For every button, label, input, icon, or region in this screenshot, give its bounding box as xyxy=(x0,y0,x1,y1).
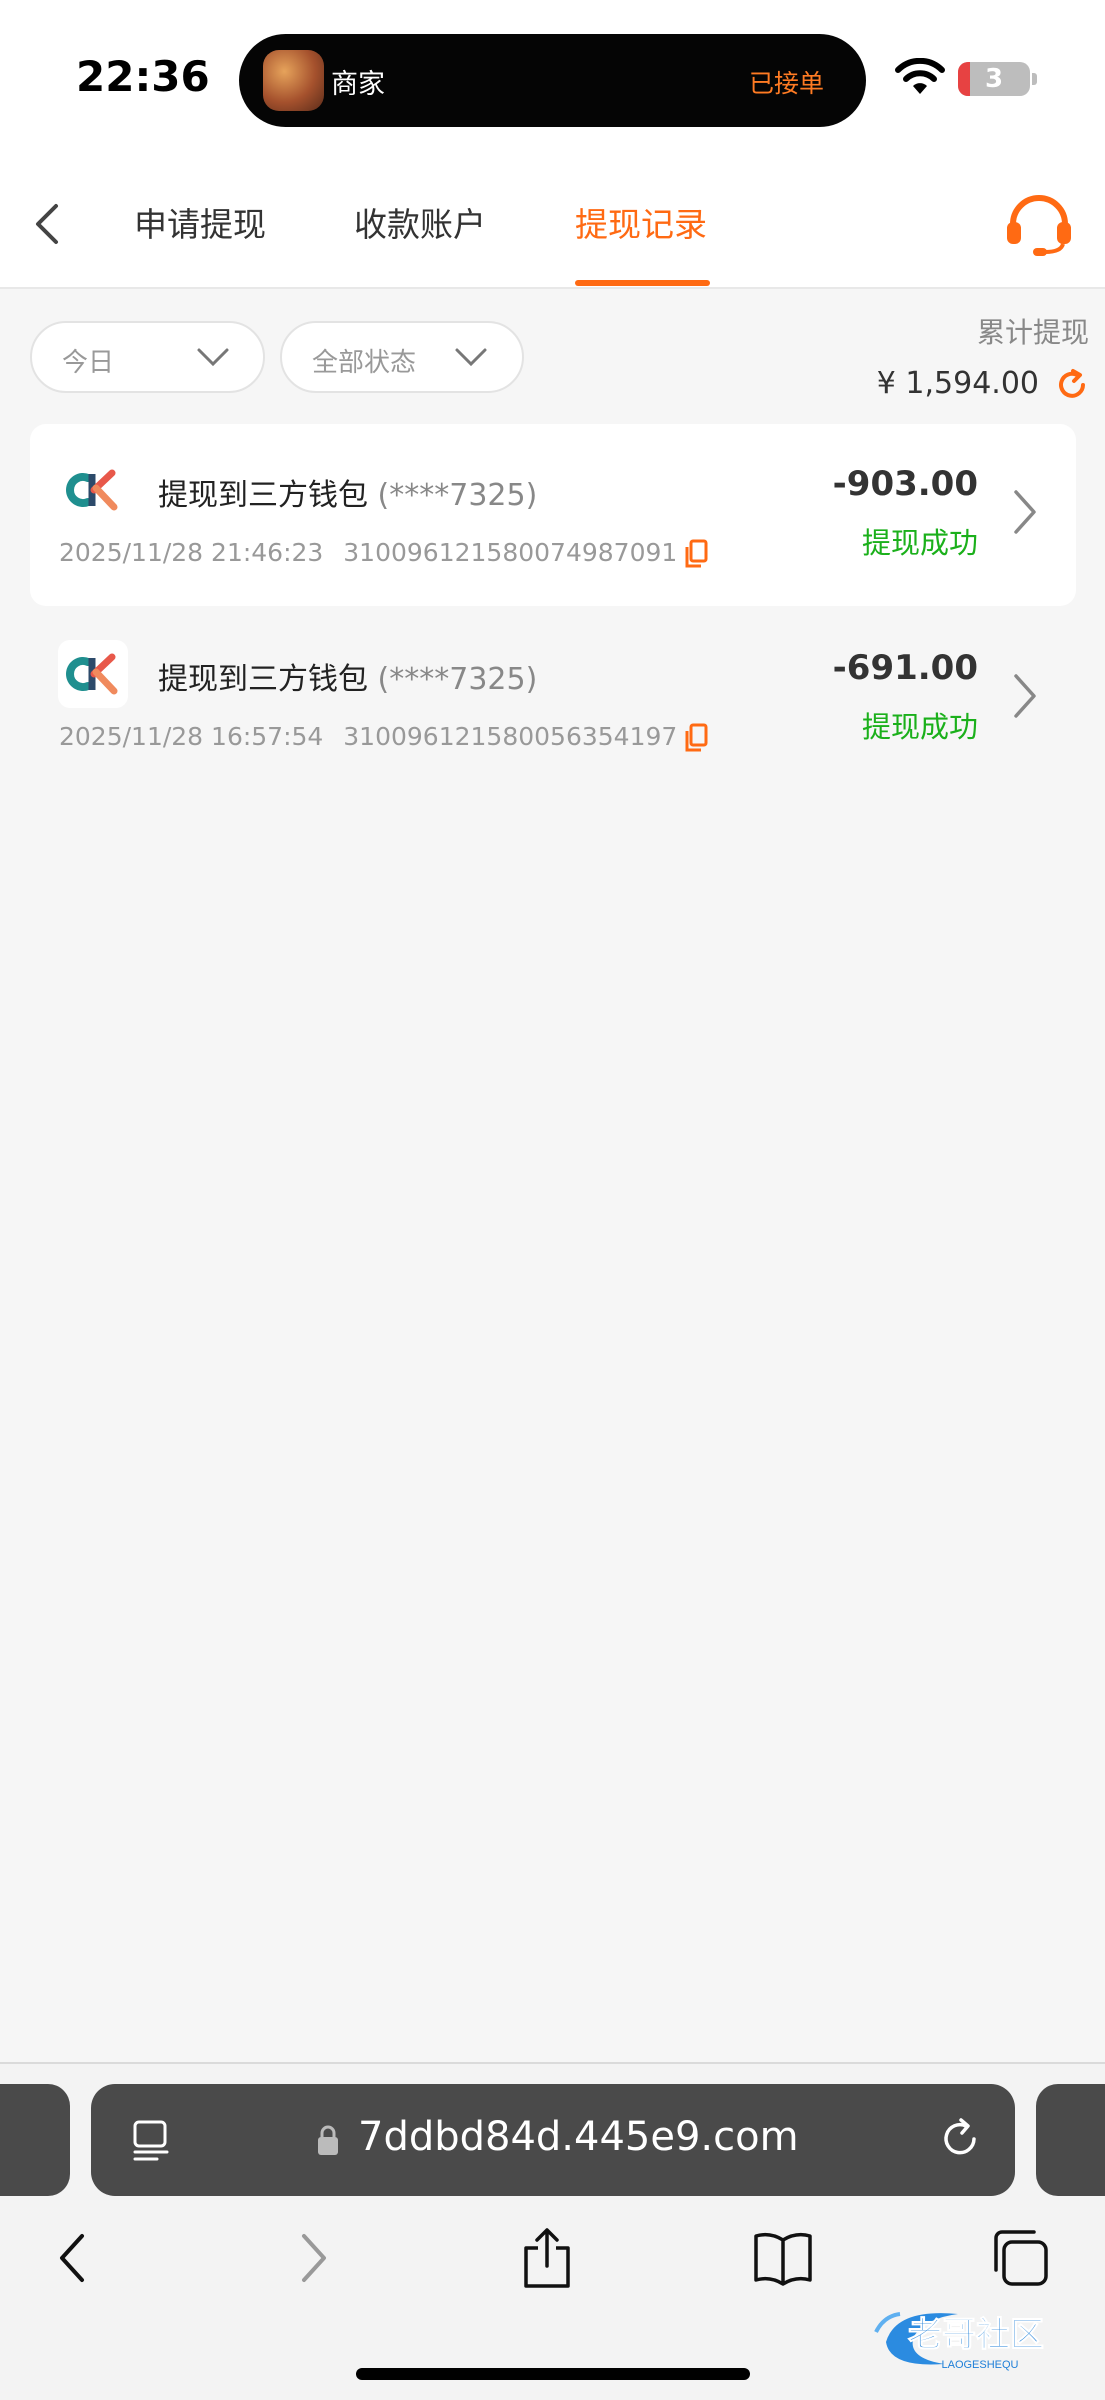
bookmarks-icon[interactable] xyxy=(752,2226,814,2290)
tabs-overview-icon[interactable] xyxy=(988,2226,1050,2290)
tab-apply-withdraw[interactable]: 申请提现 xyxy=(134,198,266,246)
record-status: 提现成功 xyxy=(861,710,978,744)
clock: 22:36 xyxy=(76,52,210,101)
reload-icon[interactable] xyxy=(937,2116,983,2162)
browser-forward-icon[interactable] xyxy=(298,2226,330,2290)
lock-icon xyxy=(318,2125,338,2155)
svg-text:LAOGESHEQU: LAOGESHEQU xyxy=(941,2359,1018,2371)
chevron-down-icon xyxy=(197,348,229,367)
status-filter-dropdown[interactable]: 全部状态 xyxy=(280,321,524,393)
total-withdraw-label: 累计提现 xyxy=(976,316,1089,349)
wallet-logo-icon xyxy=(58,456,128,524)
chevron-right-icon[interactable] xyxy=(1012,488,1038,536)
home-indicator[interactable] xyxy=(356,2368,750,2380)
record-title: 提现到三方钱包 (****7325) xyxy=(158,654,537,698)
refresh-icon[interactable] xyxy=(1055,368,1089,402)
top-nav: 申请提现 收款账户 提现记录 xyxy=(0,160,1105,289)
record-status: 提现成功 xyxy=(861,526,978,560)
record-datetime: 2025/11/28 21:46:23 xyxy=(59,538,324,567)
chevron-right-icon[interactable] xyxy=(1012,672,1038,720)
merchant-app-icon xyxy=(263,50,324,111)
date-filter-value: 今日 xyxy=(62,348,115,378)
record-order-number: 310096121580056354197 xyxy=(343,722,678,751)
share-icon[interactable] xyxy=(520,2226,574,2290)
url-text: 7ddbd84d.445e9.com xyxy=(358,2114,799,2160)
tab-payee-account[interactable]: 收款账户 xyxy=(354,198,486,246)
active-tab-indicator xyxy=(575,280,710,286)
record-account: (****7325) xyxy=(377,662,538,697)
record-order-number: 310096121580074987091 xyxy=(343,538,678,567)
date-filter-dropdown[interactable]: 今日 xyxy=(30,321,265,393)
wifi-icon xyxy=(895,58,945,94)
status-filter-value: 全部状态 xyxy=(312,348,417,378)
record-amount: -903.00 xyxy=(832,464,978,504)
customer-service-icon[interactable] xyxy=(1003,192,1075,258)
copy-icon[interactable] xyxy=(684,723,708,753)
copy-icon[interactable] xyxy=(684,539,708,569)
battery-icon: 3 xyxy=(958,62,1037,96)
status-bar: 22:36 商家 已接单 3 xyxy=(0,0,1105,160)
browser-back-icon[interactable] xyxy=(56,2226,88,2290)
reader-mode-icon[interactable] xyxy=(131,2118,171,2164)
wallet-logo-icon xyxy=(58,640,128,708)
island-order-status: 已接单 xyxy=(748,69,824,98)
chevron-down-icon xyxy=(455,348,487,367)
dynamic-island[interactable]: 商家 已接单 xyxy=(239,34,866,127)
record-meta: 2025/11/28 16:57:54 31009612158005635419… xyxy=(59,722,677,751)
back-arrow-icon[interactable] xyxy=(28,200,68,248)
tab-withdraw-records[interactable]: 提现记录 xyxy=(575,198,707,246)
record-datetime: 2025/11/28 16:57:54 xyxy=(59,722,324,751)
battery-level: 3 xyxy=(984,64,1004,94)
total-withdraw-amount: ¥ 1,594.00 xyxy=(876,366,1039,401)
record-type: 提现到三方钱包 xyxy=(158,478,368,513)
watermark-logo: 老哥社区 LAOGESHEQU xyxy=(874,2312,1045,2371)
next-tab-preview[interactable] xyxy=(1036,2084,1105,2196)
record-account: (****7325) xyxy=(377,478,538,513)
record-title: 提现到三方钱包 (****7325) xyxy=(158,470,537,514)
withdraw-record[interactable]: 提现到三方钱包 (****7325) 2025/11/28 16:57:54 3… xyxy=(30,608,1076,790)
svg-text:老哥社区: 老哥社区 xyxy=(908,2316,1044,2354)
record-amount: -691.00 xyxy=(832,648,978,688)
record-meta: 2025/11/28 21:46:23 31009612158007498709… xyxy=(59,538,677,567)
record-type: 提现到三方钱包 xyxy=(158,662,368,697)
island-app-name: 商家 xyxy=(331,69,385,100)
previous-tab-preview[interactable] xyxy=(0,2084,70,2196)
address-bar[interactable]: 7ddbd84d.445e9.com xyxy=(91,2084,1015,2196)
withdraw-record[interactable]: 提现到三方钱包 (****7325) 2025/11/28 21:46:23 3… xyxy=(30,424,1076,606)
